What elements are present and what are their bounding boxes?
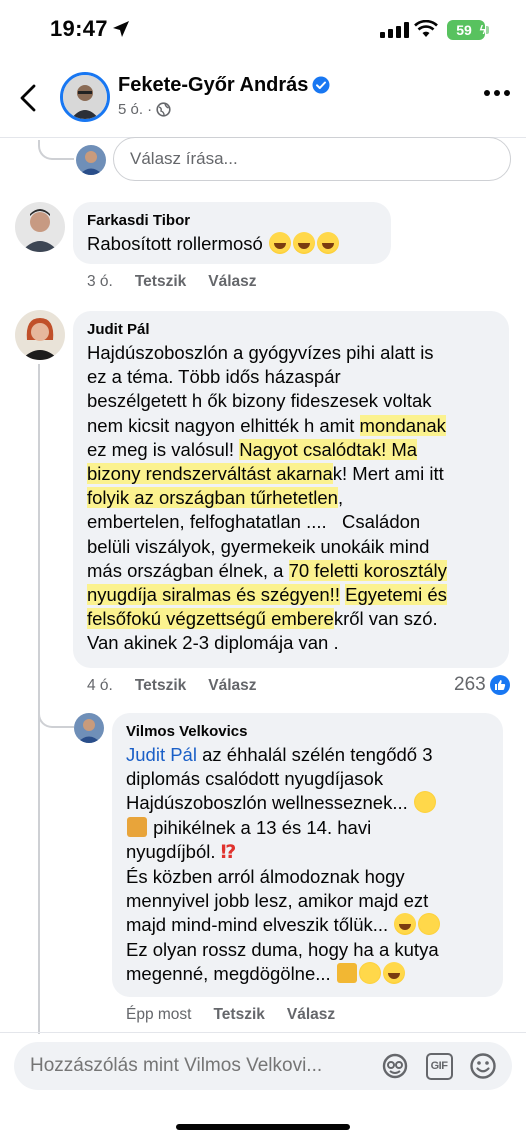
author-name-text: Fekete-Győr András [118,74,309,96]
interrobang-emoji-icon: ⁉ [220,841,237,863]
comment-composer: GIF [14,1042,512,1090]
comment-author[interactable]: Judit Pál [87,321,495,338]
comment-text-part: k! Mert ami itt [332,463,444,485]
reply-input[interactable]: Válasz írása... [113,137,511,181]
post-header: Fekete-Győr András 5 ó. · [0,62,526,138]
verified-badge-icon [312,76,330,94]
sticker-button[interactable] [380,1051,410,1081]
author-avatar[interactable] [60,72,110,122]
status-bar: 19:47 59 ϟ [0,0,526,62]
commenter-avatar[interactable] [15,310,65,360]
laughing-emoji-icon [382,961,405,984]
like-button[interactable]: Tetszik [135,273,186,291]
comment-time: 4 ó. [87,677,113,694]
reply-button[interactable]: Válasz [208,273,256,291]
comment-text-part: ez meg is valósul! [87,438,235,460]
comment-actions: 3 ó. Tetszik Válasz [87,273,257,291]
fist-emoji-icon [336,962,357,983]
post-time: 5 ó. · [118,101,153,118]
highlighted-text: folyik az országban tűrhetetlen [87,487,338,509]
status-time: 19:47 [50,16,108,41]
like-reaction-icon [489,675,510,695]
location-arrow-icon [113,21,129,37]
commenter-avatar[interactable] [74,713,104,743]
comment-text: Hajdúszoboszlón a gyógyvízes pihi alatt … [87,341,495,656]
reaction-count: 263 [454,674,486,695]
reply-placeholder: Válasz írása... [130,149,238,168]
chevron-left-icon [20,84,36,112]
party-face-emoji-icon [413,791,436,814]
author-name[interactable]: Fekete-Győr András [118,74,330,97]
tongue-face-emoji-icon [358,961,381,984]
gif-button[interactable]: GIF [424,1051,454,1081]
comment-author[interactable]: Farkasdi Tibor [87,212,377,229]
wifi-icon [414,20,438,37]
thread-connector [38,140,74,160]
reaction-summary[interactable]: 263 [454,674,510,696]
comment-text-content: Rabosított rollermosó [87,233,263,254]
laughing-emoji-icon [268,232,291,254]
gif-icon: GIF [425,1052,453,1080]
globe-icon [156,102,171,117]
home-indicator [176,1124,350,1130]
current-user-avatar [76,145,106,175]
like-button[interactable]: Tetszik [135,677,186,695]
comment-actions: Épp most Tetszik Válasz [126,1006,335,1024]
battery-level: 59 [456,22,472,38]
comment-time: 3 ó. [87,273,113,290]
laughing-emoji-icon [316,232,339,254]
comment-time: Épp most [126,1006,192,1023]
star-struck-emoji-icon [418,913,441,936]
composer-actions: GIF [380,1051,498,1081]
more-icon [484,90,490,96]
comment-text: Rabosított rollermosó [87,232,377,256]
laughing-emoji-icon [292,232,315,254]
emoji-icon [470,1053,496,1079]
thread-line [38,364,40,1034]
post-meta: 5 ó. · [118,101,171,118]
comment-bubble: Vilmos Velkovics Judit Pál az éhhalál sz… [112,713,503,997]
highlighted-text: mondanak [359,414,446,436]
thread-connector [38,700,74,728]
emoji-button[interactable] [468,1051,498,1081]
comment-text: Judit Pál az éhhalál szélén tengődő 3 di… [126,743,489,986]
sticker-icon [382,1053,408,1079]
like-button[interactable]: Tetszik [213,1006,264,1024]
commenter-avatar[interactable] [15,202,65,252]
comment-author[interactable]: Vilmos Velkovics [126,723,489,740]
composer-divider [0,1032,526,1033]
battery-tip [486,26,489,34]
cell-signal-icon [380,22,409,38]
comment-bubble: Farkasdi Tibor Rabosított rollermosó [73,202,391,264]
battery-indicator: 59 ϟ [447,20,486,40]
avatar-image [63,75,107,119]
comment-bubble: Judit Pál Hajdúszoboszlón a gyógyvízes p… [73,311,509,668]
reply-button[interactable]: Válasz [208,677,256,695]
comment-text-part: És közben arról álmodoznak hogy mennyive… [126,866,429,936]
comment-text-part: pihikélnek a 13 és 14. havi nyugdíjból. [126,816,372,862]
reply-button[interactable]: Válasz [287,1006,335,1024]
mention-link[interactable]: Judit Pál [126,744,197,765]
laughing-emoji-icon [394,913,417,936]
more-options-button[interactable] [484,90,510,96]
comment-input[interactable] [30,1055,365,1077]
comment-actions: 4 ó. Tetszik Válasz [87,677,257,695]
back-button[interactable] [14,82,44,114]
beer-emoji-icon [127,816,147,837]
